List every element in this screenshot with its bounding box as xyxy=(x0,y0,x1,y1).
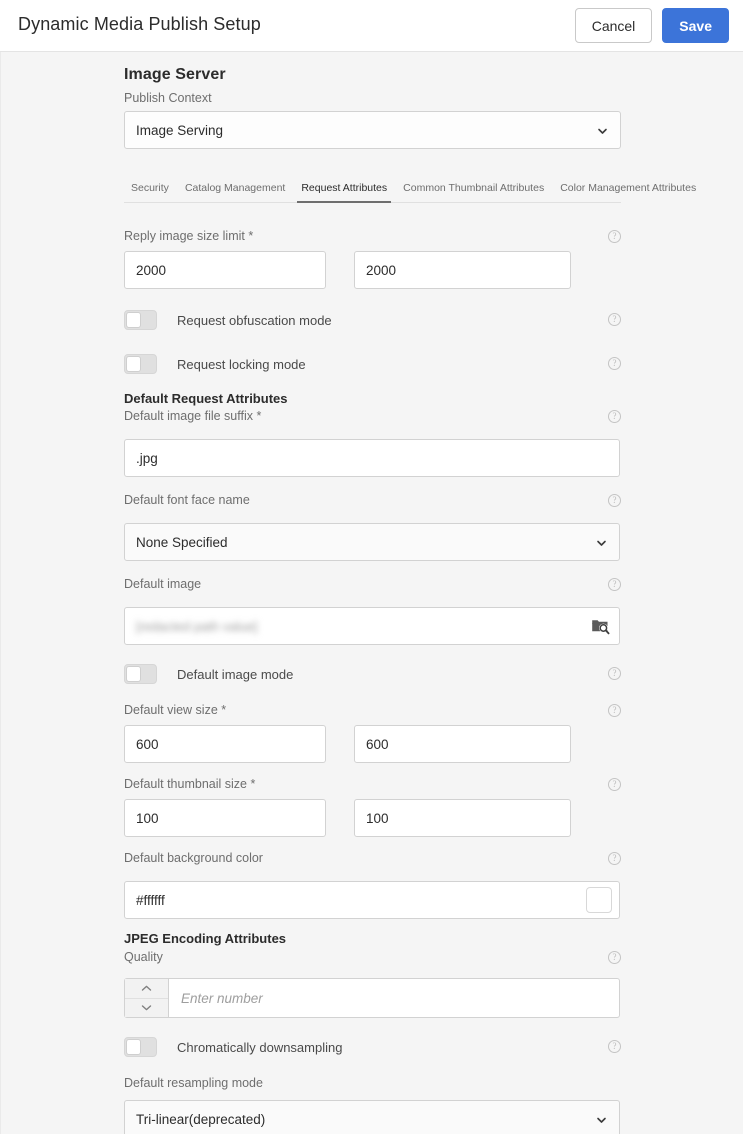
save-button[interactable]: Save xyxy=(662,8,729,43)
tab-catalog-management[interactable]: Catalog Management xyxy=(177,182,293,202)
chevron-down-icon xyxy=(596,1114,607,1125)
default-image-file-suffix-labelrow: Default image file suffix * ? xyxy=(124,409,621,429)
default-thumbnail-size-labelrow: Default thumbnail size * ? xyxy=(124,777,621,797)
quality-stepper-buttons xyxy=(125,979,169,1017)
reply-image-size-limit-label: Reply image size limit * xyxy=(124,229,254,243)
default-font-face-name-label: Default font face name xyxy=(124,493,250,507)
default-resampling-mode-value: Tri-linear(deprecated) xyxy=(136,1111,266,1127)
default-font-face-name-value: None Specified xyxy=(136,534,228,550)
default-image-label: Default image xyxy=(124,577,202,591)
publish-context-select[interactable]: Image Serving xyxy=(124,111,621,149)
default-resampling-mode-labelrow: Default resampling mode xyxy=(124,1076,621,1096)
chromatically-downsampling-toggle[interactable] xyxy=(124,1037,157,1057)
section-title-image-server: Image Server xyxy=(124,66,226,83)
help-icon[interactable]: ? xyxy=(608,1040,621,1053)
image-server-form-panel: Image Server Publish Context Image Servi… xyxy=(124,66,696,1134)
help-icon[interactable]: ? xyxy=(608,704,621,717)
tab-color-management-attributes[interactable]: Color Management Attributes xyxy=(552,182,704,202)
chromatically-downsampling-row: Chromatically downsampling ? xyxy=(124,1034,621,1060)
default-thumbnail-size-label: Default thumbnail size * xyxy=(124,777,256,791)
help-icon[interactable]: ? xyxy=(608,357,621,370)
default-thumbnail-size-inputs: 100 100 xyxy=(124,799,621,837)
quality-input[interactable]: Enter number xyxy=(169,979,619,1017)
request-locking-mode-toggle[interactable] xyxy=(124,354,157,374)
default-view-size-inputs: 600 600 xyxy=(124,725,621,763)
quality-labelrow: Quality ? xyxy=(124,950,621,970)
default-background-color-label: Default background color xyxy=(124,851,263,865)
help-icon[interactable]: ? xyxy=(608,313,621,326)
header-actions: Cancel Save xyxy=(574,8,729,43)
help-icon[interactable]: ? xyxy=(608,951,621,964)
default-resampling-mode-label: Default resampling mode xyxy=(124,1076,263,1090)
reply-image-size-limit-inputs: 2000 2000 xyxy=(124,251,621,289)
default-view-size-height-input[interactable]: 600 xyxy=(354,725,571,763)
attribute-tabs: Security Catalog Management Request Attr… xyxy=(124,175,696,203)
color-swatch-button[interactable] xyxy=(586,887,612,913)
help-icon[interactable]: ? xyxy=(608,578,621,591)
request-obfuscation-mode-label: Request obfuscation mode xyxy=(177,312,332,328)
help-icon[interactable]: ? xyxy=(608,230,621,243)
page-content: Image Server Publish Context Image Servi… xyxy=(0,52,743,1134)
request-obfuscation-mode-row: Request obfuscation mode ? xyxy=(124,307,621,333)
cancel-button[interactable]: Cancel xyxy=(574,8,653,43)
toggle-knob xyxy=(126,666,141,682)
request-obfuscation-mode-toggle[interactable] xyxy=(124,310,157,330)
help-icon[interactable]: ? xyxy=(608,667,621,680)
toggle-knob xyxy=(126,312,141,328)
default-image-value-redacted: [redacted path value] xyxy=(136,618,258,634)
publish-context-value: Image Serving xyxy=(136,122,224,138)
default-image-mode-label: Default image mode xyxy=(177,666,294,682)
default-background-color-input[interactable]: #ffffff xyxy=(124,881,620,919)
default-image-labelrow: Default image ? xyxy=(124,577,621,597)
default-image-mode-row: Default image mode ? xyxy=(124,661,621,687)
default-image-input[interactable]: [redacted path value] xyxy=(124,607,620,645)
folder-search-icon[interactable] xyxy=(591,617,610,635)
chromatically-downsampling-label: Chromatically downsampling xyxy=(177,1039,343,1055)
quality-increment-button[interactable] xyxy=(125,979,168,999)
tab-security[interactable]: Security xyxy=(124,182,177,202)
request-locking-mode-row: Request locking mode ? xyxy=(124,351,621,377)
publish-context-label: Publish Context xyxy=(124,91,212,105)
tab-request-attributes[interactable]: Request Attributes xyxy=(293,182,395,203)
default-background-color-value: #ffffff xyxy=(136,892,165,908)
quality-decrement-button[interactable] xyxy=(125,998,168,1017)
default-view-size-width-input[interactable]: 600 xyxy=(124,725,326,763)
quality-stepper: Enter number xyxy=(124,978,620,1018)
default-background-color-labelrow: Default background color ? xyxy=(124,851,621,871)
default-font-face-name-select[interactable]: None Specified xyxy=(124,523,620,561)
dynamic-media-publish-setup-page: Dynamic Media Publish Setup Cancel Save … xyxy=(0,0,743,1134)
reply-image-size-limit-height-input[interactable]: 2000 xyxy=(354,251,571,289)
chevron-down-icon xyxy=(596,537,607,548)
default-image-mode-toggle[interactable] xyxy=(124,664,157,684)
request-locking-mode-label: Request locking mode xyxy=(177,356,306,372)
default-thumbnail-size-height-input[interactable]: 100 xyxy=(354,799,571,837)
default-image-file-suffix-label: Default image file suffix * xyxy=(124,409,262,423)
app-header: Dynamic Media Publish Setup Cancel Save xyxy=(0,0,743,52)
default-view-size-label: Default view size * xyxy=(124,703,227,717)
default-thumbnail-size-width-input[interactable]: 100 xyxy=(124,799,326,837)
tab-common-thumbnail-attributes[interactable]: Common Thumbnail Attributes xyxy=(395,182,552,202)
default-image-file-suffix-input[interactable]: .jpg xyxy=(124,439,620,477)
subheading-jpeg-encoding-attributes: JPEG Encoding Attributes xyxy=(124,931,287,946)
help-icon[interactable]: ? xyxy=(608,410,621,423)
toggle-knob xyxy=(126,356,141,372)
help-icon[interactable]: ? xyxy=(608,494,621,507)
help-icon[interactable]: ? xyxy=(608,778,621,791)
subheading-default-request-attributes: Default Request Attributes xyxy=(124,391,288,406)
default-font-face-name-labelrow: Default font face name ? xyxy=(124,493,621,513)
page-title: Dynamic Media Publish Setup xyxy=(18,14,261,34)
default-view-size-labelrow: Default view size * ? xyxy=(124,703,621,723)
quality-label: Quality xyxy=(124,950,163,964)
reply-image-size-limit-width-input[interactable]: 2000 xyxy=(124,251,326,289)
toggle-knob xyxy=(126,1039,141,1055)
chevron-down-icon xyxy=(597,125,608,136)
reply-image-size-limit-labelrow: Reply image size limit * ? xyxy=(124,229,621,249)
default-resampling-mode-select[interactable]: Tri-linear(deprecated) xyxy=(124,1100,620,1134)
help-icon[interactable]: ? xyxy=(608,852,621,865)
